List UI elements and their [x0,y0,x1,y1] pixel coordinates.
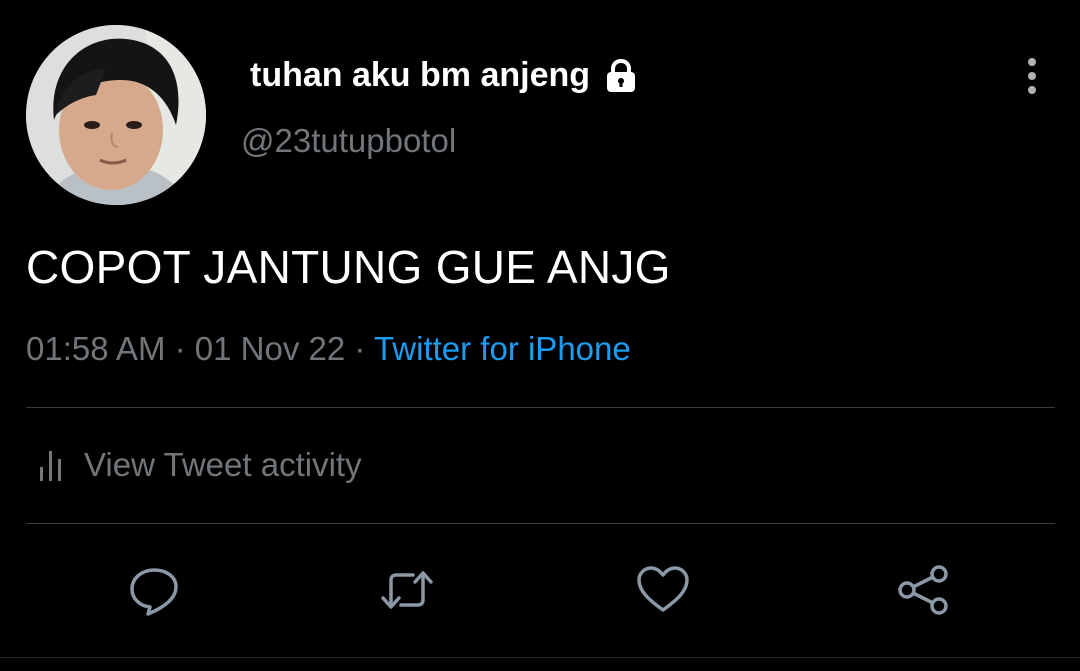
divider [26,407,1055,408]
meta-separator: · [174,330,195,367]
meta-separator: · [354,330,374,367]
avatar-image [26,25,206,205]
share-button[interactable] [895,562,951,618]
divider [26,523,1055,524]
tweet-metadata: 01:58 AM · 01 Nov 22 · Twitter for iPhon… [26,330,631,368]
tweet-date[interactable]: 01 Nov 22 [195,330,345,367]
username-handle[interactable]: @23tutupbotol [241,122,456,160]
display-name[interactable]: tuhan aku bm anjeng [250,56,640,95]
avatar[interactable] [26,25,206,205]
tweet-text: COPOT JANTUNG GUE ANJG [26,241,671,293]
share-icon [898,565,948,615]
more-vertical-icon [1028,58,1036,94]
display-name-text: tuhan aku bm anjeng [250,56,591,94]
bar-chart-icon [38,447,68,483]
tweet-source-link[interactable]: Twitter for iPhone [374,330,631,367]
reply-button[interactable] [126,562,182,618]
retweet-button[interactable] [379,562,435,618]
reply-icon [130,568,178,616]
like-button[interactable] [635,562,691,618]
view-tweet-activity-label: View Tweet activity [84,446,362,483]
heart-icon [637,566,689,612]
tweet-time[interactable]: 01:58 AM [26,330,165,367]
retweet-icon [381,571,433,609]
lock-icon [602,57,640,95]
divider [0,657,1080,658]
more-options-button[interactable] [1012,56,1052,96]
view-tweet-activity-button[interactable]: View Tweet activity [38,446,362,484]
